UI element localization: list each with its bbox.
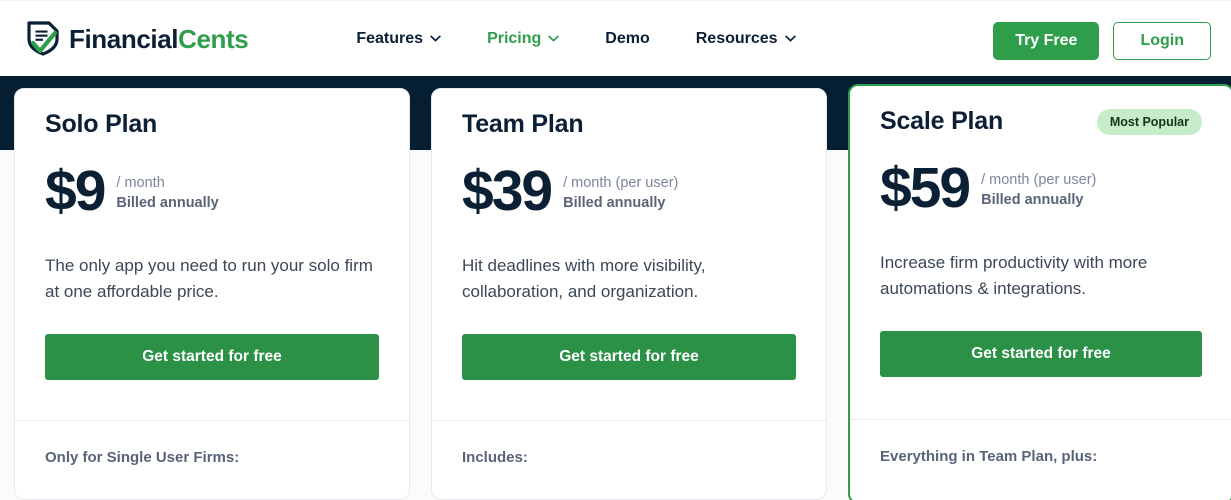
get-started-button[interactable]: Get started for free (880, 331, 1202, 378)
chevron-down-icon (548, 35, 560, 42)
logo-text-accent: Cents (178, 23, 249, 54)
price-row: $39 / month (per user) Billed annually (462, 158, 796, 223)
plan-price: $59 (880, 155, 971, 220)
chevron-down-icon (430, 35, 441, 42)
card-divider (15, 420, 409, 421)
get-started-button[interactable]: Get started for free (462, 334, 796, 381)
logo-text-primary: Financial (69, 23, 179, 54)
logo-text: FinancialCents (69, 23, 249, 54)
pricing-card-team: Team Plan $39 / month (per user) Billed … (431, 88, 827, 500)
plan-price: $9 (45, 158, 106, 223)
get-started-button[interactable]: Get started for free (45, 334, 379, 381)
includes-label: Includes: (462, 449, 528, 466)
nav-item-demo[interactable]: Demo (605, 30, 649, 48)
price-row: $59 / month (per user) Billed annually (880, 155, 1202, 220)
pricing-cards: Solo Plan $9 / month Billed annually The… (14, 84, 1231, 500)
pricing-card-scale: Scale Plan Most Popular $59 / month (per… (848, 84, 1231, 500)
includes-label: Only for Single User Firms: (45, 449, 240, 466)
plan-title: Solo Plan (45, 110, 158, 138)
most-popular-badge: Most Popular (1096, 108, 1202, 135)
main-nav: Features Pricing Demo Resources (356, 29, 796, 48)
price-unit: / month (per user) (981, 172, 1097, 189)
nav-item-label: Demo (605, 29, 650, 47)
price-billing-note: Billed annually (981, 192, 1084, 208)
try-free-button[interactable]: Try Free (993, 22, 1100, 60)
login-button[interactable]: Login (1113, 22, 1211, 60)
logo[interactable]: FinancialCents (26, 20, 249, 57)
plan-title: Scale Plan (880, 107, 1004, 135)
plan-description: Hit deadlines with more visibility, coll… (462, 255, 706, 301)
shield-document-check-icon (27, 20, 59, 56)
pricing-card-solo: Solo Plan $9 / month Billed annually The… (14, 88, 410, 500)
plan-description: Increase firm productivity with more aut… (880, 252, 1148, 298)
price-unit: / month (per user) (563, 175, 679, 192)
nav-item-label: Pricing (487, 29, 542, 47)
card-header: Team Plan $39 / month (per user) Billed … (432, 89, 826, 381)
card-header: Scale Plan Most Popular $59 / month (per… (850, 86, 1231, 378)
card-title-row: Scale Plan Most Popular (880, 107, 1202, 136)
price-row: $9 / month Billed annually (45, 158, 379, 223)
nav-item-features[interactable]: Features (356, 30, 441, 48)
nav-item-label: Resources (695, 29, 778, 47)
plan-price: $39 (462, 158, 553, 223)
card-divider (432, 420, 826, 421)
pricing-page: FinancialCents Features Pricing Demo Res… (0, 0, 1231, 500)
header-actions: Try Free Login (993, 22, 1211, 60)
chevron-down-icon (784, 35, 796, 42)
card-title-row: Solo Plan (45, 110, 379, 139)
price-meta: / month (per user) Billed annually (563, 168, 678, 213)
price-billing-note: Billed annually (563, 195, 666, 211)
nav-item-resources[interactable]: Resources (696, 30, 796, 48)
price-billing-note: Billed annually (116, 195, 219, 211)
card-title-row: Team Plan (462, 110, 796, 139)
site-header: FinancialCents Features Pricing Demo Res… (0, 0, 1231, 76)
plan-description: The only app you need to run your solo f… (45, 255, 373, 301)
includes-label: Everything in Team Plan, plus: (880, 448, 1098, 465)
price-meta: / month Billed annually (116, 168, 218, 213)
card-header: Solo Plan $9 / month Billed annually The… (15, 89, 409, 381)
card-divider (850, 419, 1231, 420)
nav-item-label: Features (356, 29, 424, 47)
price-meta: / month (per user) Billed annually (981, 165, 1096, 210)
plan-title: Team Plan (462, 110, 584, 138)
price-unit: / month (116, 175, 165, 192)
nav-item-pricing[interactable]: Pricing (487, 29, 560, 48)
